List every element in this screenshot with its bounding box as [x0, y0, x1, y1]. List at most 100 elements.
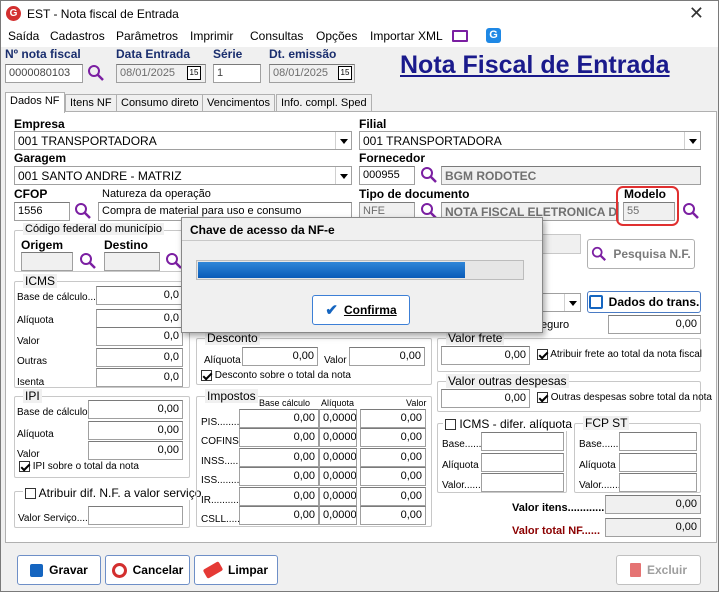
icms-dif-base-input[interactable] — [481, 432, 564, 451]
cofins-valor-input[interactable]: 0,00 — [360, 428, 426, 447]
tab-info-sped[interactable]: Info. compl. Sped — [276, 94, 372, 112]
pis-aliquota-input[interactable]: 0,0000 — [319, 409, 357, 428]
chevron-down-icon — [564, 294, 580, 311]
excluir-button[interactable]: Excluir — [616, 555, 701, 585]
icms-valor-label: Valor — [17, 336, 40, 347]
cofins-base-input[interactable]: 0,00 — [239, 428, 319, 447]
tab-itens-nf[interactable]: Itens NF — [65, 94, 117, 112]
pis-valor-input[interactable]: 0,00 — [360, 409, 426, 428]
icms-dif-checkbox[interactable]: ICMS - difer. alíquota — [443, 417, 575, 431]
origem-input[interactable] — [21, 252, 73, 271]
excluir-label: Excluir — [646, 563, 688, 577]
icms-dif-aliquota-input[interactable] — [481, 453, 564, 472]
seguro-input[interactable]: 0,00 — [608, 315, 701, 334]
ir-base-input[interactable]: 0,00 — [239, 487, 319, 506]
empresa-select[interactable]: 001 TRANSPORTADORA — [14, 131, 352, 150]
serie-input[interactable]: 1 — [213, 64, 261, 83]
window-title: EST - Nota fiscal de Entrada — [27, 7, 179, 21]
icms-isenta-input[interactable]: 0,0 — [96, 368, 183, 387]
menu-saida[interactable]: Saída — [8, 29, 39, 43]
inss-base-input[interactable]: 0,00 — [239, 448, 319, 467]
pis-base-input[interactable]: 0,00 — [239, 409, 319, 428]
inss-aliquota-input[interactable]: 0,0000 — [319, 448, 357, 467]
modelo-input[interactable]: 55 — [623, 202, 675, 221]
icms-valor-input[interactable]: 0,0 — [96, 327, 183, 346]
menu-opcoes[interactable]: Opções — [316, 29, 357, 43]
search-icon — [591, 246, 607, 262]
inss-valor-input[interactable]: 0,00 — [360, 448, 426, 467]
cofins-aliquota-input[interactable]: 0,0000 — [319, 428, 357, 447]
gravar-button[interactable]: Gravar — [17, 555, 101, 585]
fcp-base-input[interactable] — [619, 432, 697, 451]
ipi-base-input[interactable]: 0,00 — [88, 400, 183, 419]
icms-dif-valor-label: Valor........ — [442, 480, 487, 491]
search-nota-icon[interactable] — [87, 64, 105, 82]
outras-input[interactable]: 0,00 — [441, 389, 530, 408]
icms-outras-input[interactable]: 0,0 — [96, 348, 183, 367]
dados-trans-button[interactable]: Dados do trans. — [587, 291, 701, 313]
modelo-label: Modelo — [624, 187, 666, 201]
cfop-input[interactable]: 1556 — [14, 202, 70, 221]
ir-aliquota-input[interactable]: 0,0000 — [319, 487, 357, 506]
iss-base-input[interactable]: 0,00 — [239, 467, 319, 486]
g-app-icon[interactable]: G — [486, 28, 501, 43]
transportadora-select[interactable] — [541, 293, 581, 312]
iss-aliquota-input[interactable]: 0,0000 — [319, 467, 357, 486]
dados-trans-label: Dados do trans. — [608, 295, 700, 309]
icms-aliquota-input[interactable]: 0,0 — [96, 309, 183, 328]
frete-checkbox[interactable]: Atribuir frete ao total da nota fiscal — [537, 349, 702, 360]
fcp-aliquota-input[interactable] — [619, 453, 697, 472]
icms-dif-aliquota-label: Alíquota — [442, 460, 479, 471]
desconto-aliquota-input[interactable]: 0,00 — [242, 347, 318, 366]
search-modelo-icon[interactable] — [682, 202, 700, 220]
limpar-button[interactable]: Limpar — [194, 555, 278, 585]
confirma-button[interactable]: ✔ Confirma — [312, 295, 410, 325]
cancelar-button[interactable]: Cancelar — [105, 555, 190, 585]
menu-parametros[interactable]: Parâmetros — [116, 29, 178, 43]
ipi-valor-input[interactable]: 0,00 — [88, 441, 183, 460]
valor-servico-input[interactable] — [88, 506, 183, 525]
icms-base-input[interactable]: 0,0 — [96, 286, 183, 305]
frete-input[interactable]: 0,00 — [441, 346, 530, 365]
csll-valor-input[interactable]: 0,00 — [360, 506, 426, 525]
progress-fill — [198, 262, 466, 278]
iss-valor-input[interactable]: 0,00 — [360, 467, 426, 486]
close-icon[interactable]: ✕ — [689, 3, 704, 23]
csll-base-input[interactable]: 0,00 — [239, 506, 319, 525]
destino-input[interactable] — [104, 252, 160, 271]
filial-select[interactable]: 001 TRANSPORTADORA — [359, 131, 701, 150]
fornecedor-code-input[interactable]: 000955 — [359, 166, 415, 185]
calendar-icon[interactable]: 15 — [187, 66, 201, 80]
ipi-total-checkbox[interactable]: IPI sobre o total da nota — [19, 461, 139, 472]
search-fornecedor-icon[interactable] — [420, 166, 438, 184]
desconto-total-checkbox[interactable]: Desconto sobre o total da nota — [201, 370, 351, 381]
pesquisa-nf-button[interactable]: Pesquisa N.F. — [587, 239, 695, 269]
checkbox-unchecked-icon — [25, 488, 36, 500]
search-origem-icon[interactable] — [79, 252, 97, 270]
menu-importar-xml[interactable]: Importar XML — [370, 29, 443, 43]
tab-vencimentos[interactable]: Vencimentos — [202, 94, 275, 112]
ir-valor-input[interactable]: 0,00 — [360, 487, 426, 506]
desconto-valor-input[interactable]: 0,00 — [349, 347, 425, 366]
fcp-valor-label: Valor........ — [579, 480, 624, 491]
icms-dif-valor-input[interactable] — [481, 473, 564, 492]
ipi-aliquota-input[interactable]: 0,00 — [88, 421, 183, 440]
atribuir-label: Atribuir dif. N.F. a valor serviço — [38, 486, 202, 500]
fcp-valor-input[interactable] — [619, 473, 697, 492]
tab-dados-nf[interactable]: Dados NF — [5, 92, 65, 113]
menu-bar: Saída Cadastros Parâmetros Imprimir Cons… — [1, 26, 718, 47]
menu-cadastros[interactable]: Cadastros — [50, 29, 105, 43]
atribuir-checkbox[interactable]: Atribuir dif. N.F. a valor serviço — [23, 486, 204, 500]
outras-checkbox[interactable]: Outras despesas sobre total da nota — [537, 392, 712, 403]
search-cfop-icon[interactable] — [74, 202, 92, 220]
menu-consultas[interactable]: Consultas — [250, 29, 303, 43]
monitor-icon[interactable] — [452, 30, 468, 42]
checkbox-checked-icon — [19, 461, 30, 472]
chave-acesso-dialog: Chave de acesso da NF-e ✔ Confirma — [181, 217, 543, 333]
garagem-select[interactable]: 001 SANTO ANDRE - MATRIZ — [14, 166, 352, 185]
nota-input[interactable]: 0000080103 — [5, 64, 83, 83]
tab-consumo-direto[interactable]: Consumo direto — [116, 94, 204, 112]
menu-imprimir[interactable]: Imprimir — [190, 29, 233, 43]
csll-aliquota-input[interactable]: 0,0000 — [319, 506, 357, 525]
calendar-icon-emissao[interactable]: 15 — [338, 66, 352, 80]
